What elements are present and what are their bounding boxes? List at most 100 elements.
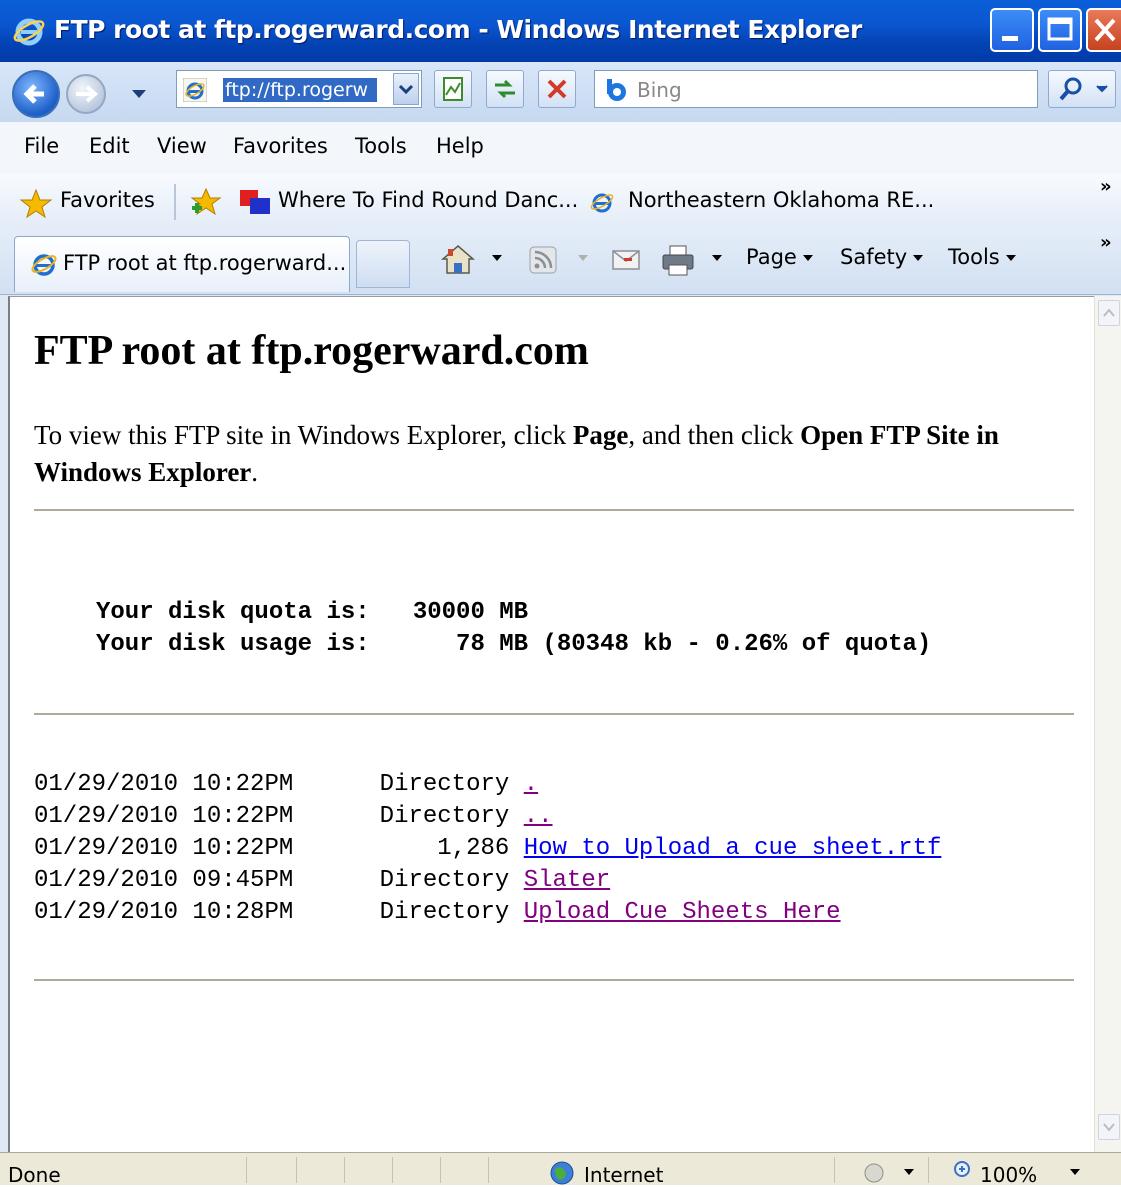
menu-edit[interactable]: Edit — [89, 134, 130, 158]
add-to-favorites-bar-icon[interactable] — [188, 186, 224, 218]
home-dropdown-icon[interactable] — [492, 255, 502, 261]
tab-ie-icon — [31, 254, 57, 276]
status-divider — [344, 1157, 345, 1183]
zoom-dropdown-icon[interactable] — [1070, 1169, 1080, 1175]
divider-2 — [34, 713, 1074, 715]
protected-mode-icon[interactable] — [860, 1159, 888, 1185]
favorite-link-round-dance[interactable]: Where To Find Round Danc... — [278, 188, 578, 212]
listing-row: 01/29/2010 10:22PM 1,286 How to Upload a… — [34, 835, 941, 867]
menu-tools[interactable]: Tools — [355, 134, 407, 158]
home-icon[interactable] — [440, 243, 476, 275]
entry-date: 01/29/2010 10:22PM — [34, 835, 294, 862]
feeds-icon[interactable] — [528, 245, 558, 275]
ie-window: FTP root at ftp.rogerward.com - Windows … — [0, 0, 1121, 1187]
forward-button[interactable] — [66, 74, 106, 114]
favorites-overflow-chevron-icon[interactable]: » — [1100, 176, 1112, 197]
maximize-button[interactable] — [1038, 8, 1082, 52]
page-menu-label: Page — [746, 245, 797, 269]
favorite-link-ne-oklahoma[interactable]: Northeastern Oklahoma RE... — [628, 188, 934, 212]
print-dropdown-icon[interactable] — [712, 255, 722, 261]
recent-pages-dropdown[interactable] — [132, 90, 146, 98]
entry-link[interactable]: Upload Cue Sheets Here — [524, 899, 841, 926]
search-box[interactable]: Bing — [594, 70, 1038, 108]
address-bar[interactable]: ftp://ftp.rogerw — [176, 70, 422, 108]
vertical-scrollbar[interactable] — [1094, 296, 1121, 1152]
back-button[interactable] — [12, 70, 60, 118]
entry-size: Directory — [379, 867, 510, 894]
status-divider — [928, 1157, 929, 1183]
zoom-level[interactable]: 100% — [980, 1163, 1037, 1187]
disk-quota-line: Your disk quota is: 30000 MB — [96, 599, 529, 626]
read-mail-icon[interactable] — [610, 245, 642, 275]
minimize-button[interactable] — [990, 8, 1034, 52]
chevron-down-icon — [1103, 1123, 1115, 1132]
stop-button[interactable] — [538, 70, 576, 108]
intro-page-bold: Page — [572, 420, 629, 450]
chevron-up-icon — [1103, 308, 1115, 317]
print-icon[interactable] — [660, 243, 696, 277]
ie-page-icon — [590, 193, 614, 213]
menu-bar: File Edit View Favorites Tools Help — [0, 122, 1121, 175]
divider-3 — [34, 979, 1074, 981]
intro-suffix: . — [251, 457, 259, 487]
status-bar: Done Internet 100% — [0, 1152, 1121, 1187]
entry-link[interactable]: Slater — [524, 867, 610, 894]
refresh-button[interactable] — [486, 70, 524, 108]
status-divider — [834, 1157, 835, 1183]
entry-link[interactable]: . — [524, 771, 538, 798]
disk-usage-line: Your disk usage is: 78 MB (80348 kb - 0.… — [96, 631, 932, 658]
page-content: FTP root at ftp.rogerward.com To view th… — [8, 296, 1094, 1152]
scroll-down-button[interactable] — [1098, 1114, 1120, 1140]
menu-view[interactable]: View — [157, 134, 207, 158]
status-divider — [246, 1157, 247, 1183]
divider-1 — [34, 509, 1074, 511]
listing-row: 01/29/2010 10:22PM Directory . — [34, 771, 538, 803]
address-dropdown-button[interactable] — [393, 73, 419, 105]
favorites-bar: Favorites Where To Find Round Danc... No… — [0, 174, 1121, 230]
ie-logo-icon — [13, 18, 45, 46]
refresh-icon — [495, 79, 515, 99]
compatibility-view-button[interactable] — [434, 70, 472, 108]
menu-help[interactable]: Help — [436, 134, 484, 158]
bing-logo-icon — [607, 79, 626, 101]
security-zone-label[interactable]: Internet — [584, 1163, 663, 1187]
protected-mode-dropdown-icon[interactable] — [904, 1169, 914, 1175]
menu-favorites[interactable]: Favorites — [233, 134, 328, 158]
status-divider — [392, 1157, 393, 1183]
window-title: FTP root at ftp.rogerward.com - Windows … — [54, 15, 862, 44]
intro-prefix: To view this FTP site in Windows Explore… — [34, 420, 573, 450]
command-overflow-chevron-icon[interactable]: » — [1100, 232, 1112, 253]
search-placeholder: Bing — [637, 78, 682, 102]
zoom-magnifier-icon — [954, 1161, 970, 1177]
favorites-divider — [174, 184, 176, 220]
minimize-icon — [1002, 36, 1018, 41]
feeds-dropdown-icon — [578, 255, 588, 261]
title-bar: FTP root at ftp.rogerward.com - Windows … — [0, 0, 1121, 62]
search-icon — [1059, 77, 1108, 101]
tools-menu-button[interactable]: Tools — [948, 245, 1016, 269]
entry-link[interactable]: .. — [524, 803, 553, 830]
page-favicon-icon — [183, 78, 207, 102]
intro-middle: , and then click — [628, 420, 801, 450]
menu-file[interactable]: File — [24, 134, 59, 158]
entry-size: Directory — [379, 771, 510, 798]
chevron-down-icon — [398, 84, 414, 95]
safety-menu-button[interactable]: Safety — [840, 245, 924, 269]
entry-date: 01/29/2010 10:22PM — [34, 803, 294, 830]
entry-date: 01/29/2010 10:28PM — [34, 899, 294, 926]
new-tab-button[interactable] — [356, 240, 410, 288]
tab-ftp-root[interactable]: FTP root at ftp.rogerward... — [14, 236, 350, 292]
status-divider — [296, 1157, 297, 1183]
address-input[interactable]: ftp://ftp.rogerw — [223, 78, 377, 102]
compatibility-view-icon — [443, 77, 463, 101]
entry-link[interactable]: How to Upload a cue sheet.rtf — [524, 835, 942, 862]
page-menu-button[interactable]: Page — [746, 245, 813, 269]
internet-zone-globe-icon — [550, 1161, 574, 1185]
entry-size: 1,286 — [379, 835, 510, 862]
search-button[interactable] — [1048, 70, 1116, 108]
scroll-up-button[interactable] — [1098, 300, 1120, 326]
close-button[interactable] — [1086, 8, 1121, 52]
maximize-icon — [1047, 17, 1073, 41]
intro-paragraph: To view this FTP site in Windows Explore… — [34, 417, 1054, 491]
favorites-button[interactable]: Favorites — [60, 188, 155, 212]
